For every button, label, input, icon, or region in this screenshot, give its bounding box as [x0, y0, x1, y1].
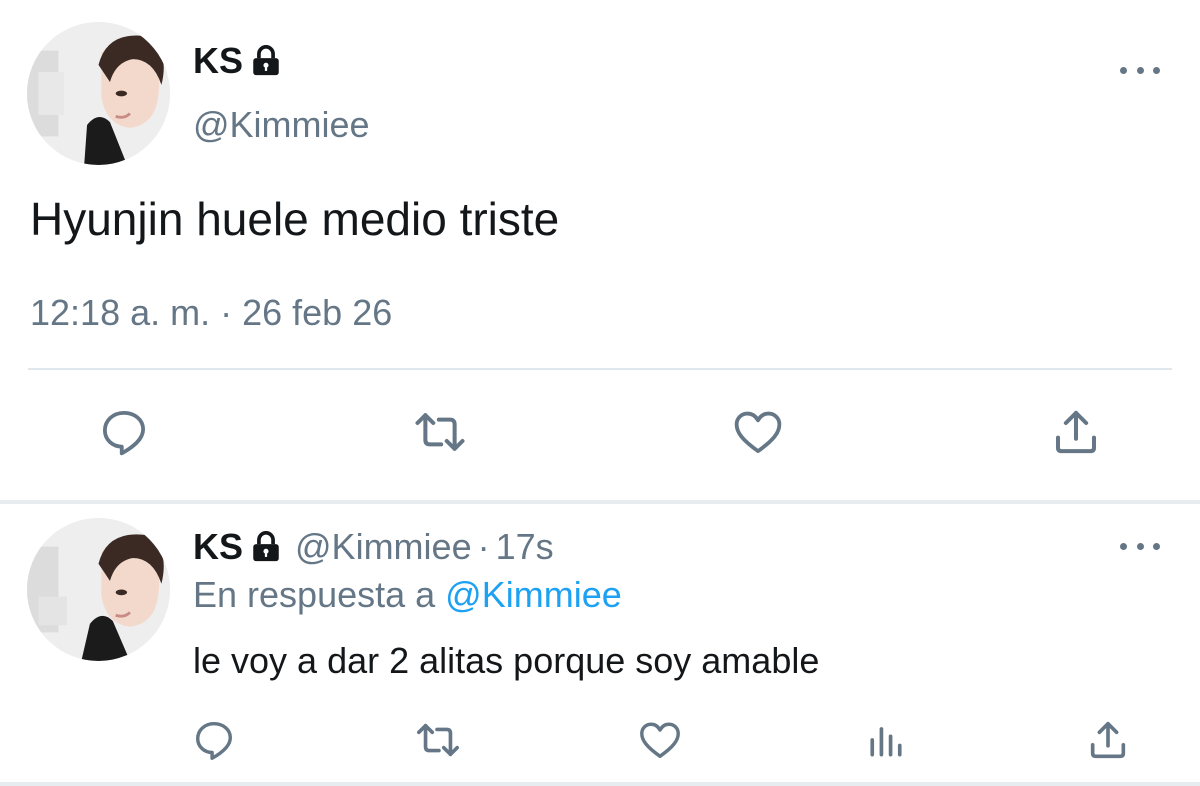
- reply-tweet-actions: [0, 710, 1200, 780]
- lock-icon: [249, 530, 283, 564]
- retweet-icon[interactable]: [408, 710, 468, 770]
- divider: [28, 368, 1172, 370]
- like-icon[interactable]: [630, 710, 690, 770]
- replying-to: En respuesta a @Kimmiee: [193, 574, 622, 616]
- reply-icon[interactable]: [94, 402, 154, 462]
- main-tweet-actions: [0, 402, 1200, 472]
- like-icon[interactable]: [728, 402, 788, 462]
- display-name[interactable]: KS: [193, 526, 243, 568]
- main-tweet-timestamp[interactable]: 12:18 a. m. · 26 feb 26: [30, 292, 392, 334]
- reply-icon[interactable]: [184, 710, 244, 770]
- lock-icon: [249, 44, 283, 78]
- reply-tweet-avatar[interactable]: [27, 518, 170, 661]
- reply-tweet-header: KS @Kimmiee · 17s: [193, 526, 554, 568]
- profile-photo-icon: [27, 518, 170, 661]
- replying-to-mention[interactable]: @Kimmiee: [445, 574, 622, 615]
- more-options-icon[interactable]: [1120, 538, 1160, 554]
- reply-tweet-text: le voy a dar 2 alitas porque soy amable: [193, 640, 820, 681]
- separator-dot: ·: [477, 526, 490, 567]
- replying-to-prefix: En respuesta a: [193, 574, 436, 615]
- main-tweet-author[interactable]: KS: [193, 40, 283, 82]
- display-name: KS: [193, 40, 244, 81]
- main-tweet-avatar[interactable]: [27, 22, 170, 165]
- main-tweet-handle[interactable]: @Kimmiee: [193, 104, 370, 146]
- profile-photo-icon: [27, 22, 170, 165]
- tweet-thread: KS @Kimmiee Hyunjin huele medio triste 1…: [0, 0, 1200, 786]
- analytics-icon[interactable]: [856, 710, 916, 770]
- retweet-icon[interactable]: [410, 402, 470, 462]
- reply-tweet-time[interactable]: 17s: [496, 526, 554, 568]
- reply-tweet-handle[interactable]: @Kimmiee: [295, 526, 472, 568]
- main-tweet-text: Hyunjin huele medio triste: [30, 193, 560, 245]
- share-icon[interactable]: [1046, 402, 1106, 462]
- section-separator: [0, 500, 1200, 504]
- more-options-icon[interactable]: [1120, 62, 1160, 78]
- share-icon[interactable]: [1078, 710, 1138, 770]
- bottom-border: [0, 782, 1200, 786]
